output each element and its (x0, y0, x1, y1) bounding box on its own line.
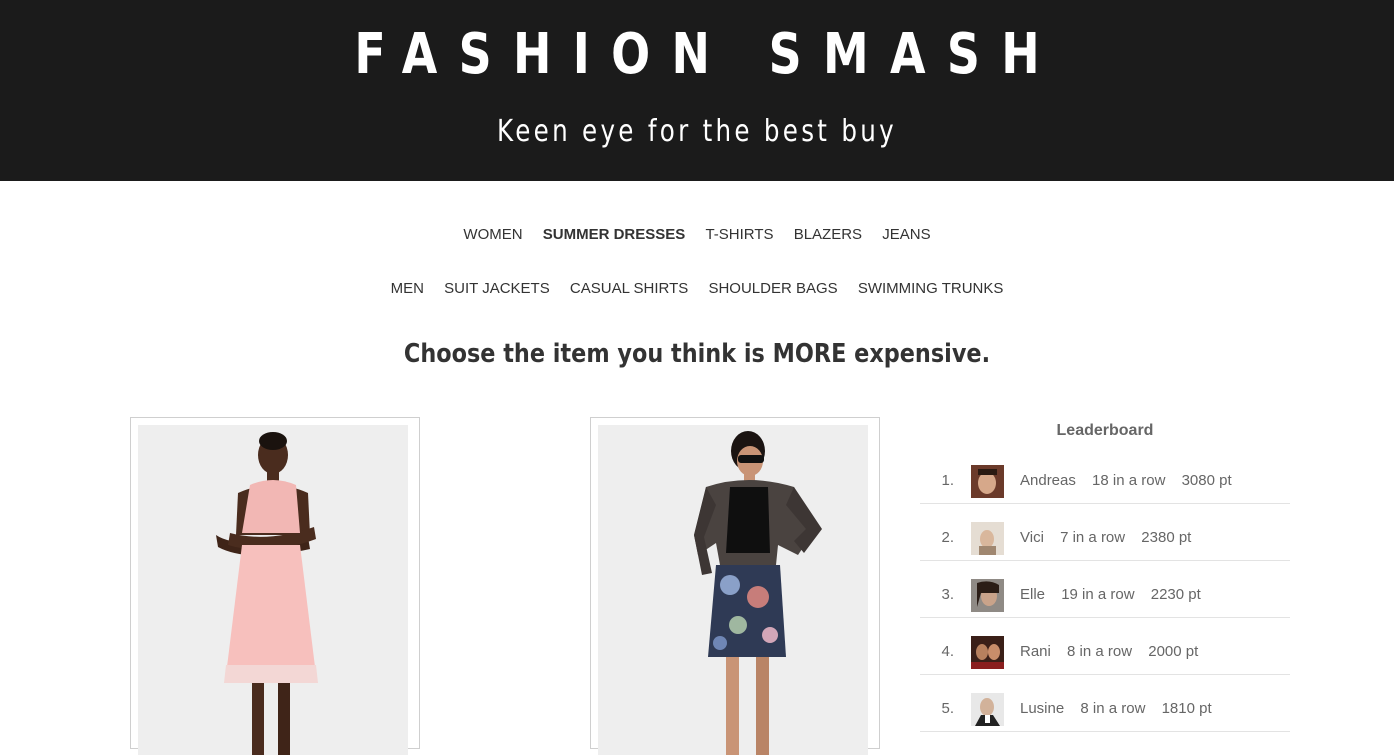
nav-item-swimming-trunks[interactable]: SWIMMING TRUNKS (858, 280, 1004, 297)
leaderboard-streak: 8 in a row (1067, 643, 1133, 660)
nav-item-shoulder-bags[interactable]: SHOULDER BAGS (708, 280, 837, 297)
leaderboard-points: 3080 pt (1181, 472, 1232, 489)
nav-item-casual-shirts[interactable]: CASUAL SHIRTS (570, 280, 688, 297)
nav-item-women[interactable]: WOMEN (463, 226, 522, 243)
leaderboard-name: Lusine (1020, 700, 1065, 717)
nav-item-blazers[interactable]: BLAZERS (794, 226, 862, 243)
leaderboard-row: 2. Vici 7 in a row 2380 pt (920, 504, 1290, 561)
leaderboard-points: 2000 pt (1148, 643, 1199, 660)
nav-item-jeans[interactable]: JEANS (882, 226, 930, 243)
leaderboard-streak: 18 in a row (1092, 472, 1166, 489)
avatar (971, 636, 1004, 669)
nav-item-t-shirts[interactable]: T-SHIRTS (705, 226, 773, 243)
leaderboard-row: 4. Rani 8 in a row 2000 pt (920, 618, 1290, 675)
leaderboard-points: 2230 pt (1150, 586, 1201, 603)
avatar (971, 465, 1004, 498)
leaderboard-rank: 5. (941, 700, 954, 717)
leaderboard-streak: 19 in a row (1061, 586, 1135, 603)
leaderboard-title: Leaderboard (1056, 422, 1154, 439)
leaderboard: Leaderboard 1. Andreas 18 in a row 3080 … (920, 417, 1290, 732)
nav-item-summer-dresses[interactable]: SUMMER DRESSES (543, 226, 686, 243)
leaderboard-row: 3. Elle 19 in a row 2230 pt (920, 561, 1290, 618)
product-card-left[interactable] (130, 417, 420, 755)
leaderboard-row: 1. Andreas 18 in a row 3080 pt (920, 447, 1290, 504)
site-header: FASHION SMASH Keen eye for the best buy (0, 0, 1394, 181)
product-card-right[interactable] (590, 417, 880, 755)
nav-women: WOMEN SUMMER DRESSES T-SHIRTS BLAZERS JE… (0, 226, 1394, 243)
leaderboard-streak: 7 in a row (1060, 529, 1126, 546)
leaderboard-row: 5. Lusine 8 in a row 1810 pt (920, 675, 1290, 732)
avatar (971, 579, 1004, 612)
leaderboard-name: Rani (1020, 643, 1051, 660)
leaderboard-name: Elle (1020, 586, 1046, 603)
product-image-floral-skirt[interactable] (598, 425, 868, 755)
leaderboard-name: Andreas (1020, 472, 1076, 489)
avatar (971, 522, 1004, 555)
product-image-pink-dress[interactable] (138, 425, 408, 755)
leaderboard-points: 2380 pt (1141, 529, 1192, 546)
leaderboard-streak: 8 in a row (1080, 700, 1146, 717)
game-prompt: Choose the item you think is MORE expens… (403, 339, 991, 369)
site-tagline: Keen eye for the best buy (497, 114, 897, 149)
leaderboard-points: 1810 pt (1161, 700, 1212, 717)
avatar (971, 693, 1004, 726)
site-title[interactable]: FASHION SMASH (125, 20, 1268, 90)
nav-item-men[interactable]: MEN (391, 280, 424, 297)
nav-item-suit-jackets[interactable]: SUIT JACKETS (444, 280, 550, 297)
nav-men: MEN SUIT JACKETS CASUAL SHIRTS SHOULDER … (0, 280, 1394, 297)
leaderboard-name: Vici (1020, 529, 1044, 546)
